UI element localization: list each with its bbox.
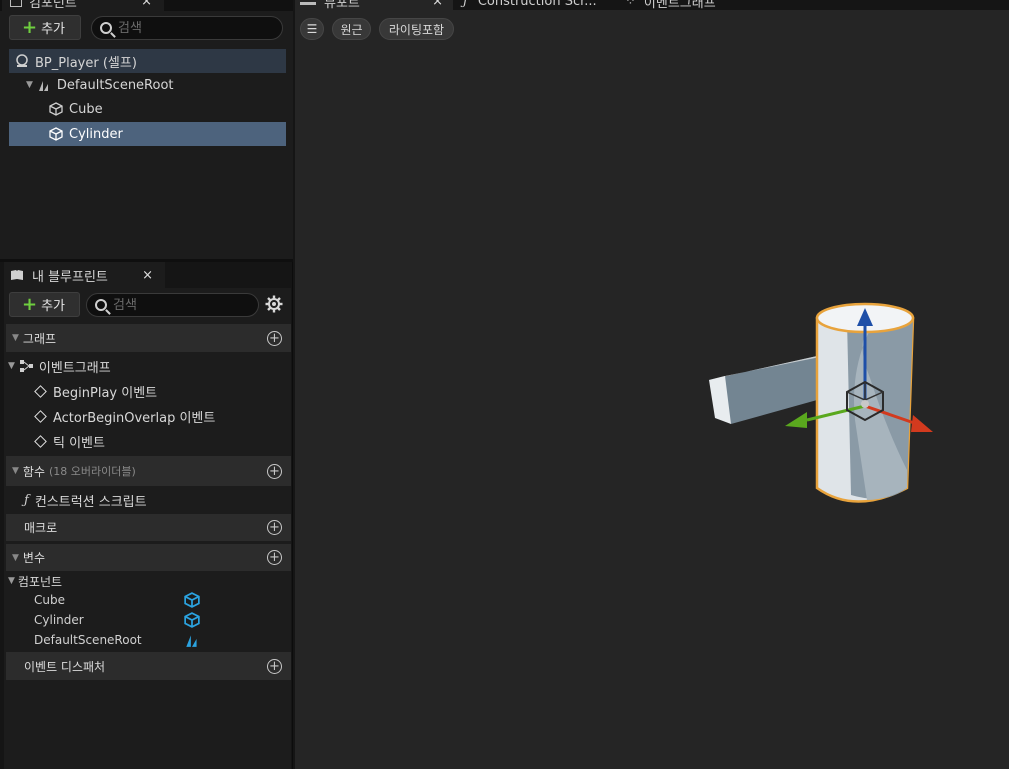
- function-icon: ƒ: [24, 492, 29, 508]
- section-functions-label: 함수: [22, 464, 46, 479]
- variable-label: Cylinder: [34, 613, 84, 627]
- left-panels: 컴포넌트 × + 추가 BP_Player (셀프) ▼ DefaultScen…: [0, 0, 293, 769]
- section-macros-label: 매크로: [24, 521, 58, 535]
- section-event-dispatchers-label: 이벤트 디스패처: [24, 659, 106, 674]
- plus-icon: +: [22, 16, 38, 38]
- collapse-arrow-icon: ▼: [12, 333, 19, 343]
- tree-item-cube[interactable]: Cube: [9, 97, 286, 121]
- tree-item-self[interactable]: BP_Player (셀프): [9, 49, 286, 73]
- components-tab-icon: [10, 0, 22, 7]
- blueprint-search-input[interactable]: [113, 297, 233, 313]
- tree-item-label: BP_Player (셀프): [35, 55, 137, 71]
- variable-item[interactable]: Cylinder: [34, 610, 234, 630]
- close-components-tab-button[interactable]: ×: [141, 0, 152, 9]
- event-icon: [34, 409, 47, 423]
- collapse-arrow-icon: ▼: [8, 576, 15, 586]
- add-member-label: 추가: [41, 299, 66, 314]
- event-label: BeginPlay 이벤트: [53, 385, 158, 401]
- components-search[interactable]: [91, 16, 283, 40]
- tree-item-cylinder[interactable]: Cylinder: [9, 122, 286, 146]
- tab-my-blueprint[interactable]: 내 블루프린트 ×: [4, 262, 165, 288]
- event-label: 틱 이벤트: [53, 435, 105, 451]
- add-component-button[interactable]: + 추가: [9, 15, 81, 40]
- add-graph-button[interactable]: +: [267, 330, 282, 346]
- tree-item-label: DefaultSceneRoot: [56, 77, 174, 93]
- section-functions[interactable]: ▼ 함수 (18 오버라이더블) +: [6, 456, 291, 486]
- overridable-count: (18 오버라이더블): [49, 465, 136, 478]
- add-macro-button[interactable]: +: [267, 520, 282, 535]
- event-graph-label: 이벤트그래프: [38, 360, 111, 376]
- components-search-input[interactable]: [118, 20, 258, 36]
- components-tab-strip: 컴포넌트 ×: [0, 0, 293, 11]
- components-tree: BP_Player (셀프) ▼ DefaultSceneRoot Cube C…: [0, 44, 293, 259]
- close-my-blueprint-tab-button[interactable]: ×: [142, 268, 153, 283]
- construction-script-label: 컨스트럭션 스크립트: [34, 494, 147, 510]
- add-event-dispatcher-button[interactable]: +: [267, 658, 282, 674]
- tab-my-blueprint-label: 내 블루프린트: [32, 269, 108, 285]
- variable-item[interactable]: DefaultSceneRoot: [34, 630, 234, 650]
- tab-components[interactable]: 컴포넌트 ×: [2, 0, 164, 11]
- event-icon: [34, 384, 47, 398]
- section-variables-label: 변수: [22, 551, 46, 565]
- viewport-panel[interactable]: 뷰포트 × ƒ Construction Scr... ⁘ 이벤트그래프 ☰ 원…: [295, 0, 1009, 769]
- event-item[interactable]: 틱 이벤트: [34, 431, 105, 451]
- event-graph-icon: [19, 360, 33, 372]
- event-label: ActorBeginOverlap 이벤트: [53, 410, 216, 426]
- tree-item-label: Cylinder: [69, 126, 123, 142]
- actor-icon: [16, 54, 28, 67]
- section-graphs[interactable]: ▼ 그래프 +: [6, 324, 291, 352]
- scene-component-icon: [38, 81, 48, 91]
- static-mesh-icon: [49, 102, 63, 116]
- event-graph-item[interactable]: ▼ 이벤트그래프: [8, 356, 111, 376]
- search-icon: [95, 299, 107, 311]
- tree-item-default-scene-root[interactable]: ▼ DefaultSceneRoot: [9, 73, 286, 97]
- tree-item-label: Cube: [69, 101, 103, 117]
- my-blueprint-body: + 추가 ▼ 그래프 + ▼ 이벤트그래프: [4, 288, 291, 769]
- add-variable-button[interactable]: +: [267, 550, 282, 565]
- variable-label: DefaultSceneRoot: [34, 633, 142, 647]
- components-toolbar: + 추가: [0, 11, 293, 44]
- static-mesh-type-icon: [184, 612, 200, 628]
- section-macros[interactable]: 매크로 +: [6, 514, 291, 541]
- add-blueprint-member-button[interactable]: + 추가: [9, 292, 80, 317]
- book-icon: [11, 270, 23, 280]
- event-item[interactable]: ActorBeginOverlap 이벤트: [34, 406, 216, 426]
- add-function-button[interactable]: +: [267, 463, 282, 479]
- event-item[interactable]: BeginPlay 이벤트: [34, 381, 158, 401]
- tab-components-label: 컴포넌트: [29, 0, 77, 11]
- collapse-arrow-icon: ▼: [8, 361, 15, 371]
- section-event-dispatchers[interactable]: 이벤트 디스패처 +: [6, 652, 291, 680]
- variable-category-label: 컴포넌트: [17, 574, 63, 589]
- static-mesh-icon: [49, 127, 63, 141]
- construction-script-item[interactable]: ƒ 컨스트럭션 스크립트: [24, 490, 147, 510]
- gear-icon[interactable]: [265, 295, 283, 313]
- variable-label: Cube: [34, 593, 65, 607]
- collapse-arrow-icon: ▼: [12, 466, 19, 476]
- variable-item[interactable]: Cube: [34, 590, 234, 610]
- section-variables[interactable]: ▼ 변수 +: [6, 544, 291, 571]
- plus-icon: +: [22, 293, 38, 315]
- static-mesh-type-icon: [184, 592, 200, 608]
- section-graphs-label: 그래프: [22, 331, 57, 346]
- collapse-arrow-icon: ▼: [12, 552, 19, 563]
- expand-arrow-icon: ▼: [26, 80, 33, 90]
- search-icon: [100, 22, 112, 34]
- variable-category-components[interactable]: ▼ 컴포넌트: [8, 572, 62, 590]
- add-component-label: 추가: [41, 22, 66, 37]
- viewport-scene[interactable]: [295, 0, 1009, 769]
- event-icon: [34, 434, 47, 448]
- scene-component-type-icon: [186, 635, 197, 647]
- blueprint-search[interactable]: [86, 293, 259, 317]
